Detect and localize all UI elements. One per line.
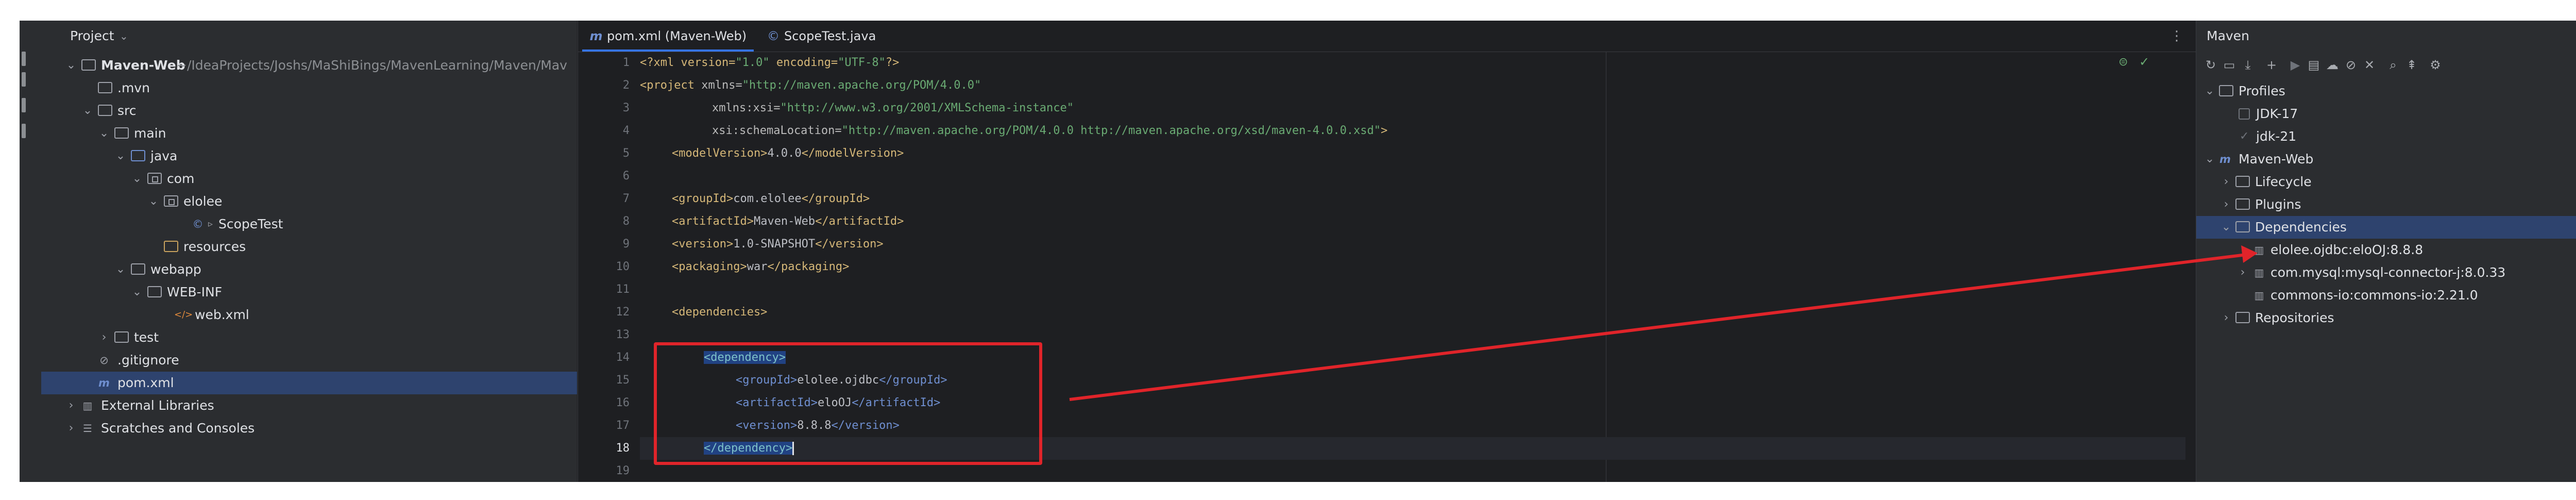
ide-window: Project ⌄ ⌄ Maven-Web ~/IdeaProjects/Jos… <box>20 21 2576 482</box>
annotation-arrow <box>1069 245 2258 401</box>
annotation-arrow-line <box>1069 253 2247 401</box>
annotation-arrow-head <box>2241 245 2258 263</box>
